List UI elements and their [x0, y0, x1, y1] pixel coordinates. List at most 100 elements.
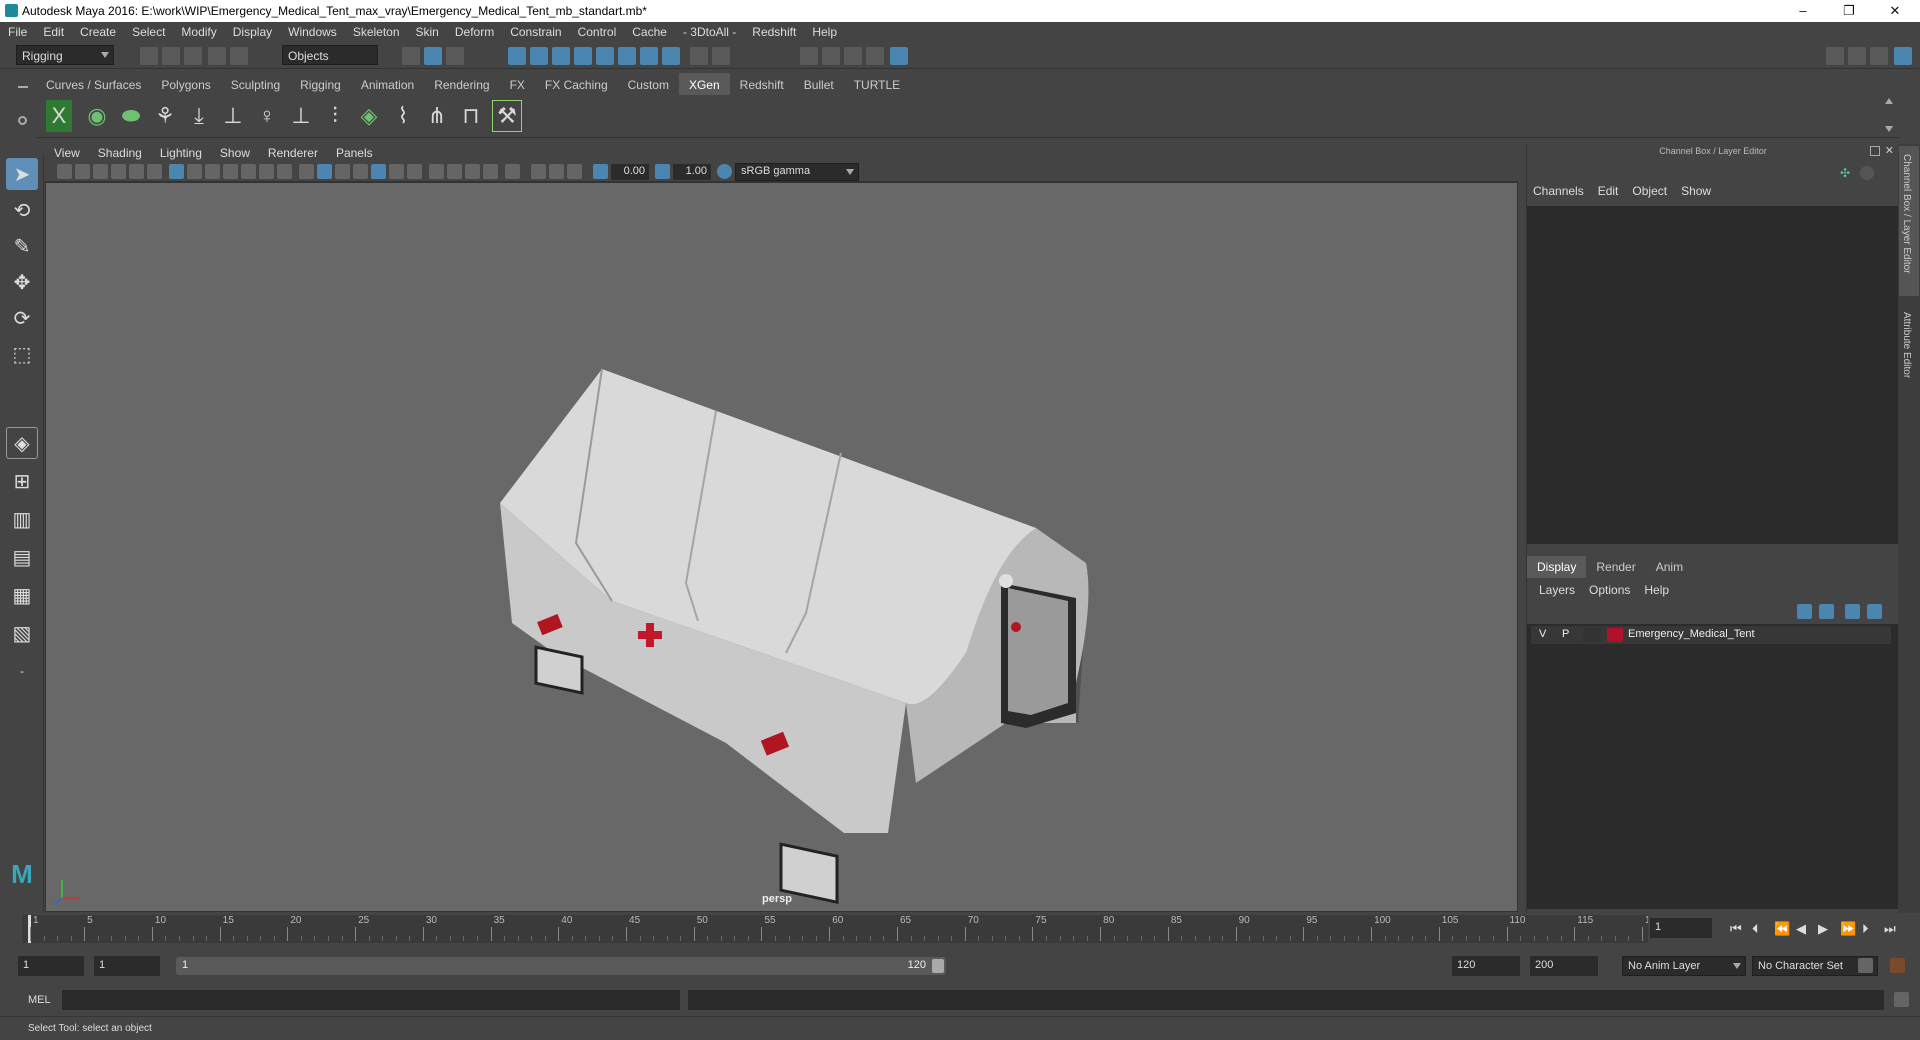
snap-view-plane-icon[interactable]: [574, 47, 592, 65]
playback-end-field[interactable]: 120: [1452, 956, 1520, 976]
xgen-sculpt-guide-icon[interactable]: ♀: [252, 100, 282, 132]
side-tab-attribute-editor[interactable]: Attribute Editor: [1901, 312, 1912, 378]
range-slider[interactable]: 1 120: [176, 957, 946, 975]
screen-space-ao-icon[interactable]: [429, 164, 444, 179]
menu-help[interactable]: Help: [804, 22, 845, 39]
bookmark-icon[interactable]: [93, 164, 108, 179]
ipr-render-icon[interactable]: [844, 47, 862, 65]
xgen-export-icon[interactable]: ⚒: [492, 100, 522, 132]
xgen-groom-icon[interactable]: ⚘: [150, 100, 180, 132]
menu-windows[interactable]: Windows: [280, 22, 345, 39]
shelf-tab-sculpting[interactable]: Sculpting: [221, 73, 290, 95]
grid-icon[interactable]: [169, 164, 184, 179]
select-hierarchy-icon[interactable]: [402, 47, 420, 65]
lasso-tool-icon[interactable]: ⟲: [6, 194, 38, 226]
select-tool-icon[interactable]: ➤: [6, 158, 38, 190]
menu-redshift[interactable]: Redshift: [744, 22, 804, 39]
go-to-end-icon[interactable]: ⏭: [1884, 921, 1896, 937]
xgen-preview-icon[interactable]: ◉: [82, 100, 112, 132]
menu-display[interactable]: Display: [225, 22, 280, 39]
viewport-menu-show[interactable]: Show: [211, 144, 259, 162]
default-material-icon[interactable]: [353, 164, 368, 179]
color-management-icon[interactable]: [717, 164, 732, 179]
shelf-tab-animation[interactable]: Animation: [351, 73, 424, 95]
menu-deform[interactable]: Deform: [447, 22, 502, 39]
layer-name[interactable]: Emergency_Medical_Tent: [1628, 628, 1755, 640]
input-output-icon[interactable]: [712, 47, 730, 65]
gate-mask-icon[interactable]: [223, 164, 238, 179]
step-back-icon[interactable]: ⏴: [1752, 921, 1759, 937]
auto-key-icon[interactable]: [1858, 958, 1873, 973]
hypershade-icon[interactable]: [890, 47, 908, 65]
smooth-shade-icon[interactable]: [317, 164, 332, 179]
menu-skin[interactable]: Skin: [408, 22, 447, 39]
menu-cache[interactable]: Cache: [624, 22, 675, 39]
chevron-down-icon[interactable]: [1885, 126, 1893, 132]
close-button[interactable]: ✕: [1874, 1, 1916, 21]
menu-constrain[interactable]: Constrain: [502, 22, 569, 39]
snap-vertex-icon[interactable]: [618, 47, 636, 65]
menu-control[interactable]: Control: [570, 22, 625, 39]
rotate-tool-icon[interactable]: ⟳: [6, 302, 38, 334]
persp-outliner-layout-icon[interactable]: ▥: [6, 503, 38, 535]
new-scene-icon[interactable]: [140, 47, 158, 65]
xgen-clump-icon[interactable]: ⌇: [388, 100, 418, 132]
menu-select[interactable]: Select: [124, 22, 173, 39]
emergency-medical-tent-model[interactable]: [500, 368, 1089, 904]
shelf-tab-rendering[interactable]: Rendering: [424, 73, 499, 95]
channel-box-toggle-icon[interactable]: [1894, 47, 1912, 65]
safe-action-icon[interactable]: [259, 164, 274, 179]
snap-edge-icon[interactable]: [640, 47, 658, 65]
grease-pencil-icon[interactable]: [147, 164, 162, 179]
image-plane-icon[interactable]: [111, 164, 126, 179]
script-editor-icon[interactable]: [1894, 992, 1909, 1007]
shelf-menu-icon[interactable]: [18, 86, 28, 88]
film-gate-icon[interactable]: [187, 164, 202, 179]
tool-settings-icon[interactable]: [1870, 47, 1888, 65]
persp-graph-layout-icon[interactable]: ▤: [6, 541, 38, 573]
shelf-scroll[interactable]: [1884, 98, 1894, 134]
shelf-tab-redshift[interactable]: Redshift: [730, 73, 794, 95]
field-chart-icon[interactable]: [241, 164, 256, 179]
four-view-layout-icon[interactable]: ⊞: [6, 465, 38, 497]
select-object-icon[interactable]: [424, 47, 442, 65]
viewport-menu-renderer[interactable]: Renderer: [259, 144, 327, 162]
persp-hypershade-layout-icon[interactable]: ▦: [6, 579, 38, 611]
play-backwards-icon[interactable]: ◀: [1796, 921, 1806, 937]
close-panel-icon[interactable]: ✕: [1885, 144, 1894, 157]
layer-visibility-toggle[interactable]: V: [1539, 628, 1546, 640]
wireframe-icon[interactable]: [299, 164, 314, 179]
step-forward-key-icon[interactable]: ⏩: [1840, 921, 1856, 937]
chevron-up-icon[interactable]: [1885, 98, 1893, 104]
shelf-tab-rigging[interactable]: Rigging: [290, 73, 351, 95]
xgen-lock-guide-icon[interactable]: ⊥: [286, 100, 316, 132]
cb-menu-edit[interactable]: Edit: [1598, 184, 1619, 198]
playback-start-field[interactable]: 1: [94, 956, 160, 976]
save-scene-icon[interactable]: [184, 47, 202, 65]
viewport-menu-shading[interactable]: Shading: [89, 144, 151, 162]
xgen-guide-to-curve-icon[interactable]: ⫶: [320, 100, 350, 132]
layer-row[interactable]: V P Emergency_Medical_Tent: [1531, 626, 1891, 644]
layer-menu-options[interactable]: Options: [1589, 583, 1630, 597]
xgen-layers-icon[interactable]: ◈: [354, 100, 384, 132]
snap-point-icon[interactable]: [552, 47, 570, 65]
menu-modify[interactable]: Modify: [173, 22, 224, 39]
step-back-key-icon[interactable]: ⏪: [1774, 921, 1790, 937]
viewport-menu-view[interactable]: View: [45, 144, 89, 162]
depth-of-field-icon[interactable]: [483, 164, 498, 179]
xgen-cut-icon[interactable]: ⊓: [456, 100, 486, 132]
menu-3dtoall[interactable]: - 3DtoAll -: [675, 22, 744, 39]
play-forwards-icon[interactable]: ▶: [1818, 921, 1828, 937]
layer-type-toggle[interactable]: [1583, 628, 1601, 642]
shelf-tab-xgen[interactable]: XGen: [678, 73, 730, 95]
render-frame-icon[interactable]: [822, 47, 840, 65]
isolate-select-icon[interactable]: [505, 164, 520, 179]
xgen-comb-icon[interactable]: ⋔: [422, 100, 452, 132]
safe-title-icon[interactable]: [277, 164, 292, 179]
menu-skeleton[interactable]: Skeleton: [345, 22, 408, 39]
shelf-tab-turtle[interactable]: TURTLE: [844, 73, 910, 95]
lock-icon[interactable]: [690, 47, 708, 65]
textured-icon[interactable]: [371, 164, 386, 179]
snap-live-icon[interactable]: [596, 47, 614, 65]
layer-color-swatch[interactable]: [1607, 628, 1623, 642]
